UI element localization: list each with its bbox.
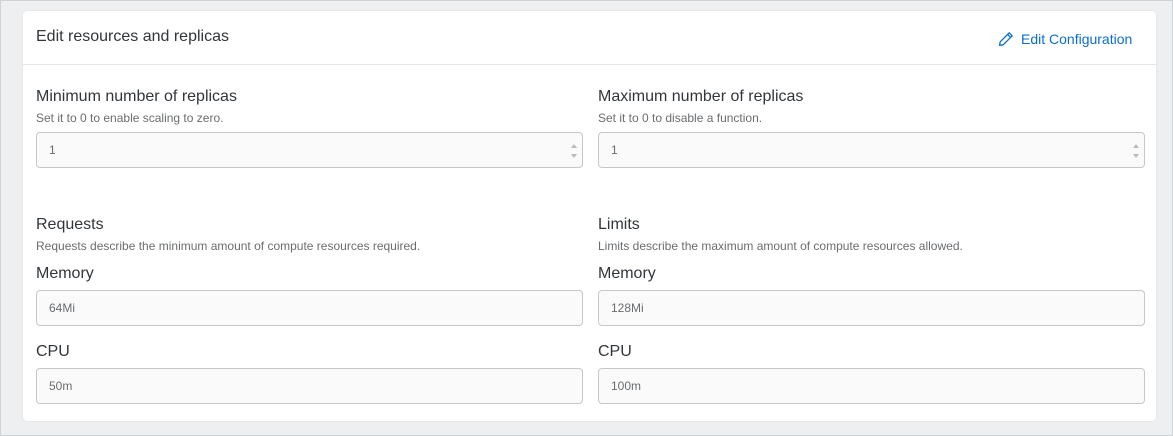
stepper-down-icon[interactable] bbox=[1133, 154, 1139, 158]
requests-description: Requests describe the minimum amount of … bbox=[36, 239, 421, 253]
requests-cpu-value: 50m bbox=[49, 379, 73, 393]
limits-cpu-value: 100m bbox=[611, 379, 642, 393]
requests-title: Requests bbox=[36, 216, 104, 233]
left-column: Minimum number of replicas Set it to 0 t… bbox=[36, 11, 583, 421]
limits-memory-label: Memory bbox=[598, 265, 656, 282]
limits-cpu-label: CPU bbox=[598, 343, 632, 360]
min-replicas-value: 1 bbox=[49, 143, 56, 157]
limits-description: Limits describe the maximum amount of co… bbox=[598, 239, 963, 253]
right-column: Maximum number of replicas Set it to 0 t… bbox=[598, 11, 1145, 421]
max-replicas-description: Set it to 0 to disable a function. bbox=[598, 111, 763, 125]
limits-cpu-input[interactable]: 100m bbox=[598, 368, 1145, 404]
requests-memory-input[interactable]: 64Mi bbox=[36, 290, 583, 326]
resources-replicas-panel: Edit resources and replicas Edit Configu… bbox=[23, 11, 1156, 421]
stepper-up-icon[interactable] bbox=[1133, 144, 1139, 148]
limits-title: Limits bbox=[598, 216, 640, 233]
stepper-up-icon[interactable] bbox=[571, 144, 577, 148]
limits-memory-value: 128Mi bbox=[611, 301, 644, 315]
min-replicas-stepper[interactable] bbox=[570, 144, 578, 158]
requests-memory-label: Memory bbox=[36, 265, 94, 282]
stepper-down-icon[interactable] bbox=[571, 154, 577, 158]
max-replicas-value: 1 bbox=[611, 143, 618, 157]
requests-cpu-label: CPU bbox=[36, 343, 70, 360]
min-replicas-input[interactable]: 1 bbox=[36, 132, 583, 168]
min-replicas-description: Set it to 0 to enable scaling to zero. bbox=[36, 111, 224, 125]
max-replicas-stepper[interactable] bbox=[1132, 144, 1140, 158]
max-replicas-label: Maximum number of replicas bbox=[598, 88, 804, 105]
limits-memory-input[interactable]: 128Mi bbox=[598, 290, 1145, 326]
requests-memory-value: 64Mi bbox=[49, 301, 76, 315]
min-replicas-label: Minimum number of replicas bbox=[36, 88, 237, 105]
max-replicas-input[interactable]: 1 bbox=[598, 132, 1145, 168]
requests-cpu-input[interactable]: 50m bbox=[36, 368, 583, 404]
